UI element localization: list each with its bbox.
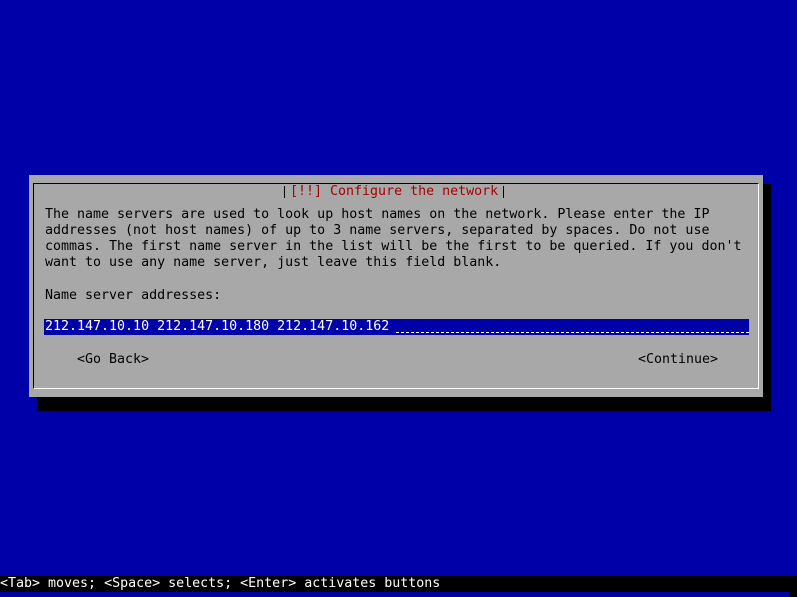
dialog-description: The name servers are used to look up hos… xyxy=(45,207,742,270)
name-server-input[interactable]: 212.147.10.10 212.147.10.180 212.147.10.… xyxy=(44,319,749,335)
name-server-label: Name server addresses: xyxy=(45,288,222,303)
dialog-title: [!!] Configure the network xyxy=(284,184,505,200)
configure-network-dialog: [!!] Configure the network The name serv… xyxy=(29,175,763,397)
go-back-button[interactable]: <Go Back> xyxy=(77,352,149,368)
name-server-value: 212.147.10.10 212.147.10.180 212.147.10.… xyxy=(45,319,390,334)
input-empty-area xyxy=(396,332,749,333)
status-bar-corner xyxy=(789,576,797,597)
help-status-bar: <Tab> moves; <Space> selects; <Enter> ac… xyxy=(0,576,789,592)
continue-button[interactable]: <Continue> xyxy=(638,352,718,368)
